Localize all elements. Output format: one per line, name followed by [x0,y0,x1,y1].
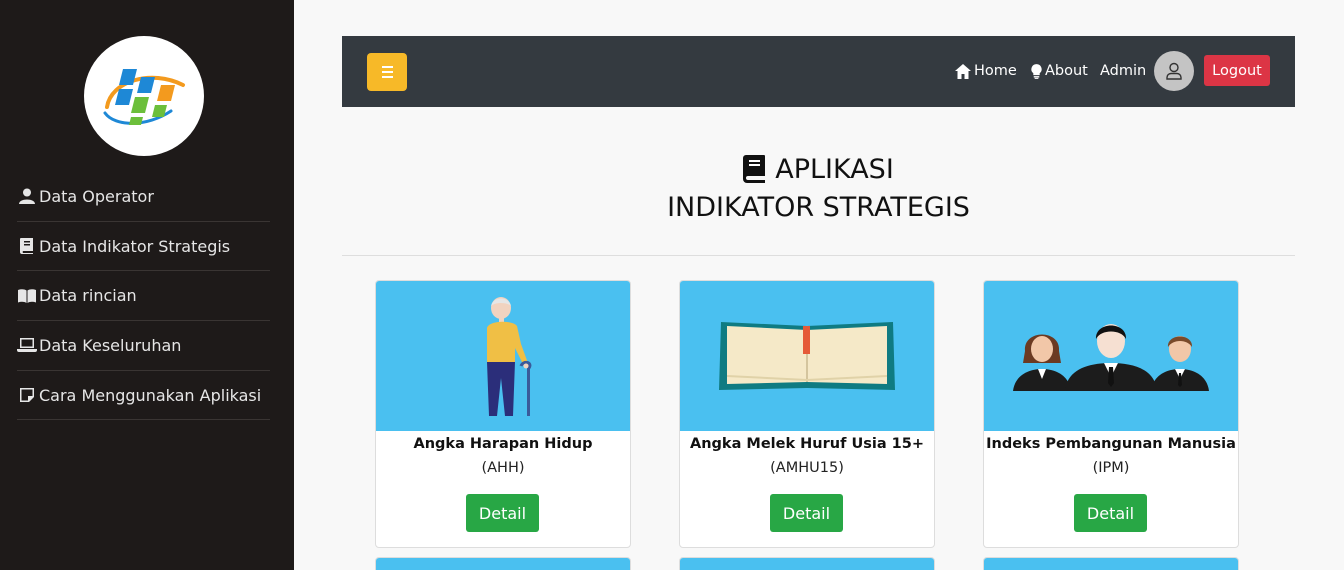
sidebar-item-label: Data Indikator Strategis [39,236,231,256]
card-abbreviation: (IPM) [1092,460,1130,476]
card-title: Angka Melek Huruf Usia 15+ [690,436,924,452]
sidebar-item-data-rincian[interactable]: Data rincian [17,271,270,322]
book-icon [17,237,37,255]
logout-button[interactable]: Logout [1204,55,1270,86]
book-icon [743,155,766,183]
sidebar: Data Operator Data Indikator Strategis D… [0,0,294,570]
sidebar-item-label: Data Operator [39,186,154,206]
bps-logo[interactable] [84,36,204,156]
card-abbreviation: (AHH) [481,460,525,476]
lightbulb-icon [1031,63,1042,79]
indicator-card-amhu15: Angka Melek Huruf Usia 15+ (AMHU15) Deta… [679,280,935,548]
detail-button-amhu15[interactable]: Detail [770,494,843,532]
detail-button-ipm[interactable]: Detail [1074,494,1147,532]
avatar[interactable] [1154,51,1194,91]
indicator-card-peek [983,557,1239,570]
nav-about-label: About [1045,63,1088,79]
card-abbreviation: (AMHU15) [770,460,844,476]
open-book-icon [17,287,37,305]
page-title: APLIKASI INDIKATOR STRATEGIS [342,148,1295,224]
open-book-icon [719,322,895,390]
sidebar-item-label: Data rincian [39,286,137,306]
bps-logo-icon [103,69,185,125]
indicator-card-ipm: Indeks Pembangunan Manusia (IPM) Detail [983,280,1239,548]
user-outline-icon [1166,62,1182,80]
card-image-strip [376,558,630,570]
elderly-person-image [376,281,630,431]
top-navbar: Home About Admin Logout [342,36,1295,107]
sidebar-item-label: Data Keseluruhan [39,335,182,355]
title-text-line2: INDIKATOR STRATEGIS [667,192,970,223]
menu-bar [381,71,393,73]
card-title: Indeks Pembangunan Manusia [986,436,1236,452]
sidebar-toggle-button[interactable] [367,53,407,91]
menu-bar [381,66,393,68]
home-icon [955,63,971,79]
user-icon [17,187,37,205]
card-title: Angka Harapan Hidup [413,436,593,452]
nav-home-label: Home [974,63,1017,79]
people-group-image [984,281,1238,431]
page-title-line1: APLIKASI [342,148,1295,190]
sidebar-item-data-keseluruhan[interactable]: Data Keseluruhan [17,321,270,371]
detail-button-ahh[interactable]: Detail [466,494,539,532]
sidebar-menu: Data Operator Data Indikator Strategis D… [17,172,270,421]
elderly-person-icon [487,297,532,416]
admin-username: Admin [1100,63,1147,79]
card-image-strip [984,558,1238,570]
sidebar-item-label: Cara Menggunakan Aplikasi [39,385,262,405]
nav-about-link[interactable]: About [1031,63,1088,79]
laptop-icon [17,336,37,354]
people-group-icon [1013,324,1209,391]
sidebar-item-data-indikator-strategis[interactable]: Data Indikator Strategis [17,222,270,272]
nav-home-link[interactable]: Home [955,63,1017,79]
open-book-image [680,281,934,431]
sidebar-item-data-operator[interactable]: Data Operator [17,172,270,222]
title-divider [342,255,1295,256]
indicator-card-peek [375,557,631,570]
card-image-strip [680,558,934,570]
edit-icon [17,386,37,404]
title-text-line1: APLIKASI [775,153,894,185]
indicator-card-ahh: Angka Harapan Hidup (AHH) Detail [375,280,631,548]
sidebar-item-cara-menggunakan-aplikasi[interactable]: Cara Menggunakan Aplikasi [17,371,270,421]
indicator-card-peek [679,557,935,570]
menu-bar [381,76,393,78]
